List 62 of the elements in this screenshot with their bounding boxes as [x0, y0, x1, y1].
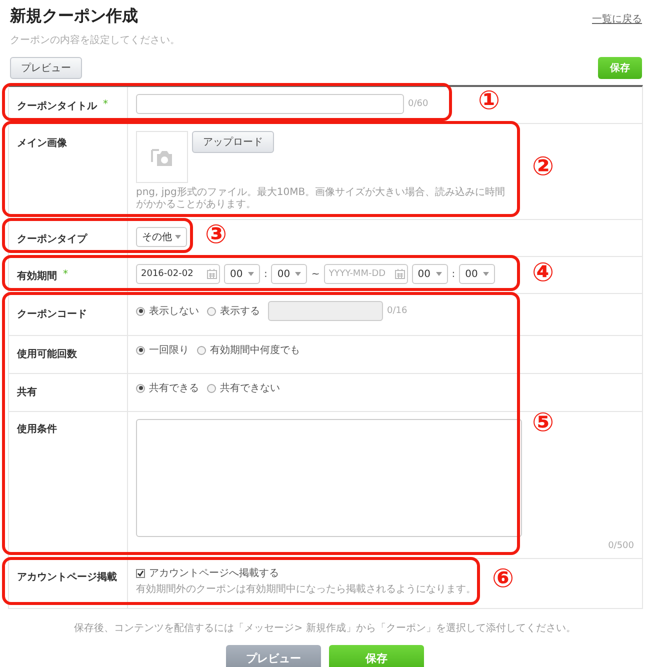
calendar-icon	[394, 269, 405, 279]
annotation-number: ①	[478, 88, 500, 114]
hint-text: 有効期間外のクーポンは有効期間中になったら掲載されるようになります。	[136, 584, 477, 596]
radio-button[interactable]	[136, 346, 145, 354]
radio-button[interactable]	[136, 384, 145, 392]
option-label: 表示しない	[149, 304, 199, 318]
annotation-number: ③	[205, 222, 228, 248]
char-counter: 0/500	[608, 541, 634, 551]
option-label: アカウントページへ掲載する	[149, 566, 279, 580]
char-counter: 0/60	[408, 99, 428, 109]
field-label: 使用可能回数	[17, 348, 77, 361]
caret-icon	[295, 272, 302, 276]
minute-select[interactable]: 00	[271, 264, 308, 284]
required-mark: *	[63, 269, 68, 280]
option-label: 有効期間中何度でも	[210, 344, 300, 357]
conditions-textarea[interactable]	[136, 419, 522, 537]
caret-icon	[175, 235, 181, 239]
hint-text: png, jpg形式のファイル。最大10MB。画像サイズが大きい場合、読み込みに時間がかかることがあります。	[136, 187, 506, 211]
field-label: クーポンタイプ	[17, 232, 87, 246]
footer-note: 保存後、コンテンツを配信するには「メッセージ> 新規作成」から「クーポン」を選択して添付してください。	[74, 622, 576, 635]
caret-icon	[436, 272, 442, 276]
caret-icon	[483, 272, 490, 276]
annotation-number: ⑥	[492, 566, 514, 592]
option-label: 一回限り	[149, 344, 189, 357]
preview-button[interactable]: プレビュー	[10, 57, 82, 79]
field-label: 使用条件	[17, 422, 57, 436]
field-label: クーポンコード	[17, 308, 87, 321]
radio-button[interactable]	[136, 306, 145, 316]
char-counter: 0/16	[387, 306, 408, 316]
field-label: 有効期間	[17, 270, 57, 283]
option-label: 共有できない	[220, 382, 280, 395]
field-label: アカウントページ掲載	[17, 570, 117, 584]
required-mark: *	[103, 99, 108, 110]
field-label: クーポンタイトル	[17, 100, 97, 113]
range-separator: ~	[311, 268, 320, 280]
camera-icon	[149, 146, 175, 168]
checkbox[interactable]	[136, 568, 145, 578]
field-label: メイン画像	[17, 136, 67, 150]
page-title: 新規クーポン作成	[10, 6, 138, 27]
title-input[interactable]	[136, 94, 404, 114]
colon: :	[264, 268, 268, 280]
option-label: 共有できる	[149, 382, 199, 395]
back-link[interactable]: 一覧に戻る	[592, 12, 642, 26]
annotation-number: ④	[532, 260, 554, 286]
page-subtitle: クーポンの内容を設定してください。	[10, 34, 181, 47]
caret-icon	[248, 272, 254, 276]
hour-select[interactable]: 00	[224, 264, 260, 284]
annotation-number: ⑤	[532, 410, 554, 436]
colon: :	[452, 268, 456, 280]
hour-select[interactable]: 00	[412, 264, 448, 284]
field-label: 共有	[17, 386, 37, 399]
minute-select[interactable]: 00	[459, 264, 496, 284]
annotation-number: ②	[532, 154, 554, 180]
calendar-icon	[207, 269, 217, 279]
option-label: 表示する	[220, 304, 260, 318]
type-select[interactable]: その他	[136, 227, 187, 247]
upload-button[interactable]: アップロード	[192, 131, 274, 153]
date-input[interactable]: 2016-02-02	[136, 264, 220, 284]
radio-button[interactable]	[207, 306, 216, 316]
date-input[interactable]: YYYY-MM-DD	[324, 264, 408, 284]
radio-button[interactable]	[207, 384, 216, 392]
radio-button[interactable]	[197, 346, 206, 354]
